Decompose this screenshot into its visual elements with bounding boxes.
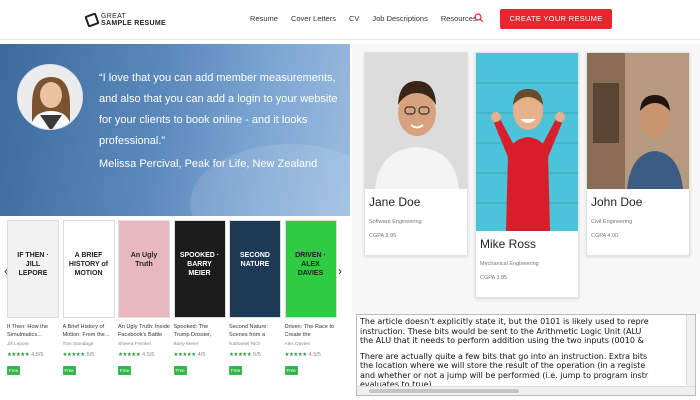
free-badge[interactable]: Free <box>118 366 132 375</box>
nav-job-descriptions[interactable]: Job Descriptions <box>372 14 427 23</box>
book-title[interactable]: An Ugly Truth: Inside Facebook's Battle … <box>118 323 170 339</box>
search-icon[interactable] <box>474 13 484 23</box>
profile-name: Mike Ross <box>480 237 537 251</box>
star-rating: ★★★★★ 5/5 <box>62 352 95 358</box>
rating-count: 5/5 <box>86 352 95 358</box>
book-card[interactable]: IF THEN · JILL LEPORE If Then: How the Si… <box>7 220 59 377</box>
testimonial-banner: “I love that you can add member measurem… <box>0 44 350 216</box>
avatar <box>17 64 83 130</box>
book-cover-text: An Ugly Truth <box>130 252 158 268</box>
book-title[interactable]: Driven: The Race to Create the Autonomo.… <box>285 323 337 339</box>
create-resume-button[interactable]: CREATE YOUR RESUME <box>500 9 612 29</box>
background-decoration <box>190 144 350 216</box>
rating-count: 4.5/5 <box>142 352 155 358</box>
vertical-scrollbar[interactable] <box>686 315 695 387</box>
logo-icon <box>84 12 100 28</box>
article-line: the location where we will store the res… <box>360 361 646 370</box>
nav-cover-letters[interactable]: Cover Letters <box>291 14 336 23</box>
star-rating: ★★★★★ 4.5/5 <box>118 352 155 358</box>
free-badge[interactable]: Free <box>173 366 187 375</box>
article-text-area[interactable]: The article doesn't explicitly state it,… <box>356 314 696 396</box>
horizontal-scrollbar[interactable] <box>357 386 695 395</box>
profile-photo <box>476 53 578 231</box>
nav-resources[interactable]: Resources <box>441 14 477 23</box>
rating-count: 5/5 <box>253 352 261 358</box>
rating-count: 4.5/5 <box>31 352 44 358</box>
profile-role: Mechanical Engineering <box>480 261 539 267</box>
profile-role: Software Engineering <box>369 219 422 225</box>
profile-card[interactable]: Jane Doe Software Engineering CGPA 3.95 <box>364 52 468 256</box>
book-cover-text: SECOND NATURE <box>240 252 270 268</box>
book-card[interactable]: SECOND NATURE Second Nature: Scenes from … <box>229 220 281 377</box>
profile-gallery: Jane Doe Software Engineering CGPA 3.95 <box>352 44 700 314</box>
article-line: instruction. These bits would be sent to… <box>360 326 642 336</box>
profile-role: Civil Engineering <box>591 219 633 225</box>
profile-gpa: CGPA 4.00 <box>591 233 619 239</box>
testimonial-author: Melissa Percival, Peak for Life, New Zea… <box>99 158 318 170</box>
profile-name: Jane Doe <box>369 195 421 209</box>
book-cover-text: SPOOKED · BARRY MEIER <box>179 252 220 277</box>
free-badge[interactable]: Free <box>229 366 243 375</box>
rating-count: 4/5 <box>197 352 206 358</box>
scrollbar-thumb[interactable] <box>369 389 519 393</box>
book-author: Tom Standage <box>62 342 94 347</box>
testimonial-quote: “I love that you can add member measurem… <box>99 72 338 147</box>
book-author: Barry Meier <box>173 342 199 347</box>
profile-card[interactable]: John Doe Civil Engineering CGPA 4.00 <box>586 52 690 256</box>
book-carousel: ‹ › IF THEN · JILL LEPORE If Then: How th… <box>0 216 350 400</box>
profile-photo <box>365 53 467 189</box>
book-author: Alex Davies <box>284 342 310 347</box>
book-author: Nathaniel Rich <box>229 342 261 347</box>
free-badge[interactable]: Free <box>284 366 298 375</box>
star-rating: ★★★★★ 4/5 <box>173 352 206 358</box>
book-cover[interactable]: A BRIEF HISTORY of MOTION <box>62 220 115 318</box>
profile-name: John Doe <box>591 195 643 209</box>
book-title[interactable]: Spooked: The Trump Dossier, Black Cube,.… <box>174 323 226 339</box>
article-line: The article doesn't explicitly state it,… <box>360 317 649 326</box>
nav-resume[interactable]: Resume <box>250 14 278 23</box>
book-cover[interactable]: SPOOKED · BARRY MEIER <box>173 220 226 318</box>
book-cover[interactable]: SECOND NATURE <box>229 220 281 318</box>
book-author: Jill Lepore <box>7 342 29 347</box>
profile-photo <box>587 53 689 189</box>
star-rating: ★★★★★ 4.5/5 <box>284 352 321 358</box>
profile-gpa: CGPA 3.95 <box>369 233 397 239</box>
book-cover-text: A BRIEF HISTORY of MOTION <box>68 252 109 277</box>
book-cover[interactable]: An Ugly Truth <box>118 220 170 318</box>
rating-count: 4.5/5 <box>308 352 321 358</box>
book-title[interactable]: If Then: How the Simulmatics... <box>7 323 59 339</box>
main-nav: Resume Cover Letters CV Job Descriptions… <box>250 14 490 23</box>
book-card[interactable]: An Ugly Truth An Ugly Truth: Inside Faceb… <box>118 220 170 377</box>
article-line: There are actually quite a few bits that… <box>360 351 648 361</box>
book-author: Sheera Frenkel <box>118 342 151 347</box>
profile-gpa: CGPA 3.85 <box>480 275 508 281</box>
star-rating: ★★★★★ 4.5/5 <box>7 352 44 358</box>
book-cover-text: DRIVEN · ALEX DAVIES <box>295 252 326 277</box>
logo-line1: GREAT <box>101 13 127 20</box>
star-rating: ★★★★★ 5/5 <box>229 352 261 358</box>
nav-cv[interactable]: CV <box>349 14 359 23</box>
profile-card[interactable]: Mike Ross Mechanical Engineering CGPA 3.… <box>475 52 579 298</box>
book-card[interactable]: SPOOKED · BARRY MEIER Spooked: The Trump … <box>173 220 226 377</box>
book-card[interactable]: A BRIEF HISTORY of MOTION A Brief History… <box>62 220 115 377</box>
book-card[interactable]: DRIVEN · ALEX DAVIES Driven: The Race to … <box>284 220 337 377</box>
book-cover[interactable]: IF THEN · JILL LEPORE <box>7 220 59 318</box>
free-badge[interactable]: Free <box>7 366 21 375</box>
logo[interactable]: GREAT SAMPLE RESUME <box>84 9 166 31</box>
free-badge[interactable]: Free <box>62 366 76 375</box>
article-line: and whether or not a jump will be perfor… <box>360 370 649 380</box>
book-cover[interactable]: DRIVEN · ALEX DAVIES <box>284 220 337 318</box>
book-cover-text: IF THEN · JILL LEPORE <box>17 252 49 277</box>
logo-line2: SAMPLE RESUME <box>101 20 166 27</box>
book-title[interactable]: Second Nature: Scenes from a World Remad… <box>229 323 281 339</box>
article-line: the ALU that it needs to perform additio… <box>360 336 644 345</box>
site-header: GREAT SAMPLE RESUME Resume Cover Letters… <box>0 0 700 40</box>
book-title[interactable]: A Brief History of Motion: From the... <box>63 323 115 339</box>
